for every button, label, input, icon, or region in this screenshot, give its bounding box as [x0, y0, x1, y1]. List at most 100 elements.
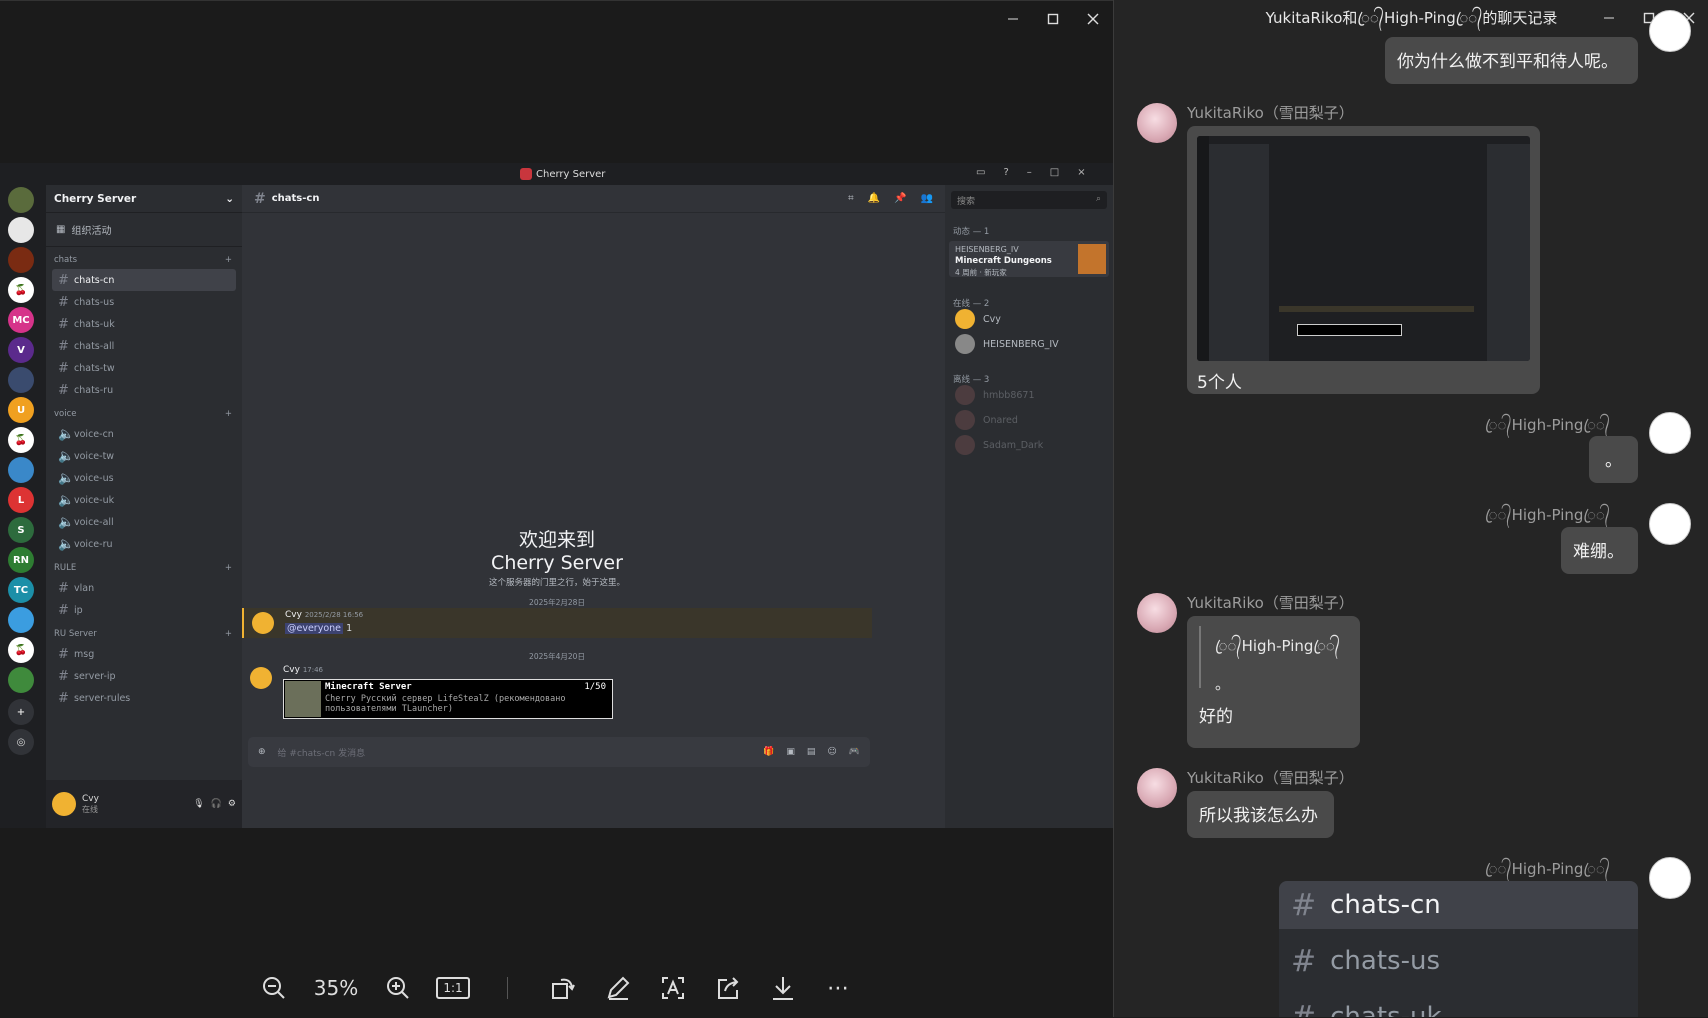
channel-voice-tw[interactable]: 🔈 voice-tw	[52, 445, 236, 467]
avatar[interactable]	[1137, 768, 1177, 808]
minimize-icon[interactable]	[993, 1, 1033, 37]
channel-vlan[interactable]: # vlan	[52, 577, 236, 599]
channel-chats-uk[interactable]: # chats-uk	[52, 313, 236, 335]
screenshot-thumbnail[interactable]	[1197, 136, 1530, 361]
members-icon[interactable]: 👥	[921, 193, 933, 204]
microphone-icon[interactable]: 🎙	[193, 799, 204, 809]
channel-category[interactable]: RU Server +	[46, 621, 242, 643]
server-header[interactable]: Cherry Server ⌄	[46, 185, 242, 213]
plus-icon[interactable]: +	[225, 563, 232, 573]
server-icon[interactable]: 🍒	[8, 427, 34, 453]
server-icon[interactable]	[8, 667, 34, 693]
image-message[interactable]: # chats-cn # chats-us # chats-uk	[1279, 881, 1638, 1017]
avatar[interactable]	[1137, 593, 1177, 633]
avatar[interactable]	[1649, 857, 1691, 899]
avatar[interactable]	[252, 612, 274, 634]
channel-server-rules[interactable]: # server-rules	[52, 687, 236, 709]
member-item[interactable]: Onared	[955, 410, 1018, 430]
avatar[interactable]	[1137, 103, 1177, 143]
server-icon[interactable]	[8, 457, 34, 483]
channel-voice-uk[interactable]: 🔈 voice-uk	[52, 489, 236, 511]
server-icon[interactable]: 🍒	[8, 637, 34, 663]
server-icon[interactable]: MC	[8, 307, 34, 333]
channel-voice-us[interactable]: 🔈 voice-us	[52, 467, 236, 489]
avatar[interactable]	[52, 792, 76, 816]
quote-block[interactable]: ꦿ᭄High-Pingꦿ᭄ 。	[1199, 626, 1348, 693]
server-icon[interactable]	[8, 607, 34, 633]
mention[interactable]: @everyone	[285, 623, 344, 634]
channel-ip[interactable]: # ip	[52, 599, 236, 621]
avatar[interactable]	[1649, 503, 1691, 545]
gift-icon[interactable]: 🎁	[763, 747, 774, 757]
channel-chats-ru[interactable]: # chats-ru	[52, 379, 236, 401]
server-icon[interactable]	[8, 247, 34, 273]
search-input[interactable]: 搜索 ⌕	[951, 191, 1107, 209]
threads-icon[interactable]: ⌗	[848, 193, 854, 204]
plus-icon[interactable]: +	[225, 255, 232, 265]
channel-voice-all[interactable]: 🔈 voice-all	[52, 511, 236, 533]
download-icon[interactable]	[766, 973, 800, 1003]
server-icon[interactable]: L	[8, 487, 34, 513]
events-item[interactable]: ▦ 组织活动	[46, 213, 242, 247]
server-icon[interactable]: V	[8, 337, 34, 363]
zoom-in-icon[interactable]	[380, 973, 416, 1003]
edit-icon[interactable]	[601, 973, 635, 1003]
server-icon[interactable]: 🍒	[8, 277, 34, 303]
member-item[interactable]: Cvy	[955, 309, 1001, 329]
headphones-icon[interactable]: 🎧	[211, 799, 222, 809]
message-author[interactable]: Cvy	[285, 610, 302, 620]
maximize-icon[interactable]: □	[1050, 167, 1059, 178]
emoji-icon[interactable]: ☺	[827, 747, 836, 757]
message-author[interactable]: Cvy	[283, 665, 300, 675]
plus-icon[interactable]: +	[225, 409, 232, 419]
member-item[interactable]: Sadam_Dark	[955, 435, 1043, 455]
server-icon[interactable]: RN	[8, 547, 34, 573]
minecraft-server-embed[interactable]: Minecraft Server 1/50 Cherry Русский сер…	[283, 679, 613, 719]
channel-voice-cn[interactable]: 🔈 voice-cn	[52, 423, 236, 445]
activity-card[interactable]: HEISENBERG_IV Minecraft Dungeons 4 周前 · …	[949, 241, 1109, 277]
channel-chats-us[interactable]: # chats-us	[52, 291, 236, 313]
explore-icon[interactable]: ◎	[8, 729, 34, 755]
channel-category[interactable]: RULE +	[46, 555, 242, 577]
pin-icon[interactable]: 📌	[894, 193, 906, 204]
close-icon[interactable]	[1073, 1, 1113, 37]
message-input[interactable]: ⊕ 给 #chats-cn 发消息 🎁 ▣ ▤ ☺ 🎮	[248, 737, 870, 767]
channel-chats-cn[interactable]: # chats-cn	[52, 269, 236, 291]
rotate-icon[interactable]	[546, 973, 580, 1003]
gear-icon[interactable]: ⚙	[228, 799, 236, 809]
channel-msg[interactable]: # msg	[52, 643, 236, 665]
server-icon[interactable]: U	[8, 397, 34, 423]
maximize-icon[interactable]	[1033, 1, 1073, 37]
member-item[interactable]: hmbb8671	[955, 385, 1035, 405]
avatar[interactable]	[250, 667, 272, 689]
member-item[interactable]: HEISENBERG_IV	[955, 334, 1059, 354]
avatar[interactable]	[1649, 412, 1691, 454]
help-icon[interactable]: ?	[1003, 167, 1008, 178]
inbox-icon[interactable]: ▭	[976, 167, 985, 178]
close-icon[interactable]: ×	[1077, 167, 1085, 178]
actual-size-icon[interactable]: 1:1	[436, 977, 470, 999]
server-icon[interactable]: S	[8, 517, 34, 543]
add-server-icon[interactable]: +	[8, 699, 34, 725]
ocr-icon[interactable]	[656, 973, 690, 1003]
gif-icon[interactable]: ▣	[786, 747, 795, 757]
channel-chats-tw[interactable]: # chats-tw	[52, 357, 236, 379]
minimize-icon[interactable]: –	[1027, 167, 1032, 178]
game-icon[interactable]: 🎮	[849, 747, 860, 757]
more-icon[interactable]: ⋯	[821, 973, 855, 1003]
server-icon[interactable]	[8, 367, 34, 393]
zoom-out-icon[interactable]	[256, 973, 292, 1003]
channel-voice-ru[interactable]: 🔈 voice-ru	[52, 533, 236, 555]
minimize-icon[interactable]	[1589, 0, 1629, 36]
channel-category[interactable]: chats +	[46, 247, 242, 269]
share-icon[interactable]	[711, 973, 745, 1003]
add-attachment-icon[interactable]: ⊕	[258, 747, 266, 757]
bell-icon[interactable]: 🔔	[868, 193, 880, 204]
zoom-level[interactable]: 35%	[310, 973, 362, 1003]
server-icon[interactable]: TC	[8, 577, 34, 603]
server-icon[interactable]	[8, 187, 34, 213]
sticker-icon[interactable]: ▤	[807, 747, 816, 757]
server-icon[interactable]	[8, 217, 34, 243]
channel-server-ip[interactable]: # server-ip	[52, 665, 236, 687]
avatar[interactable]	[1649, 10, 1691, 52]
